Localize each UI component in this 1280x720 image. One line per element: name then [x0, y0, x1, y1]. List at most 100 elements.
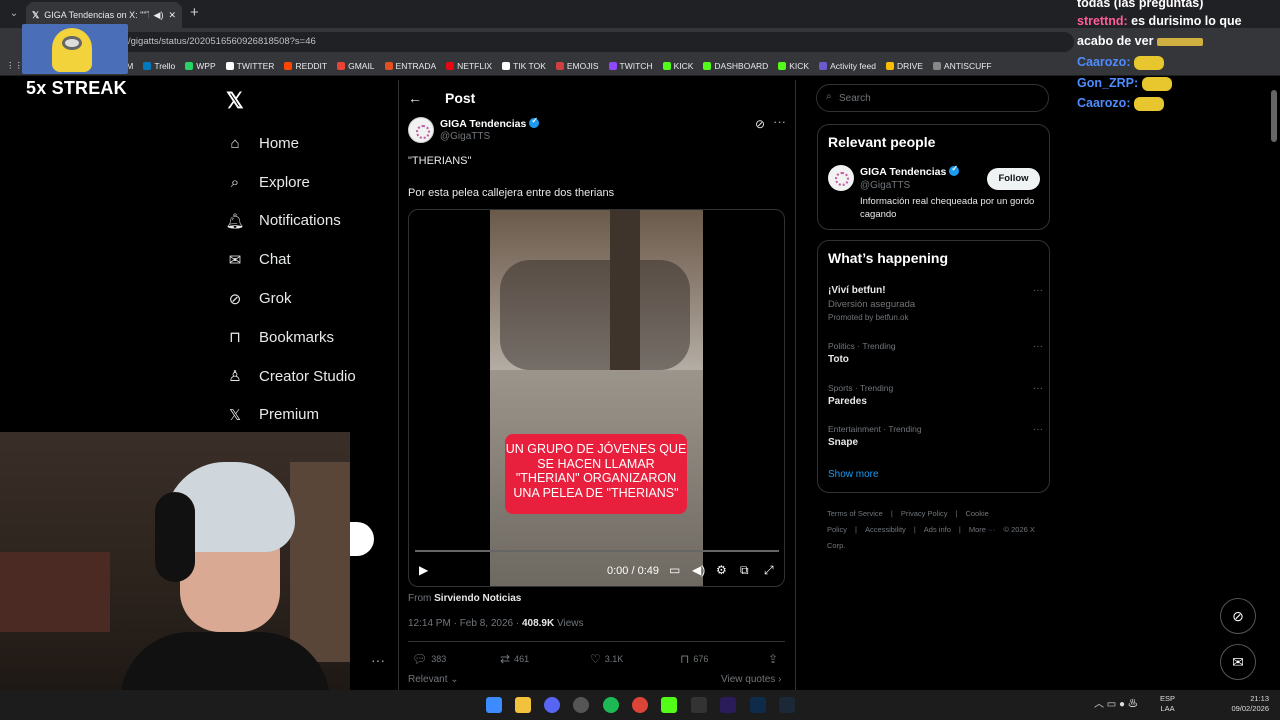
relevant-handle[interactable]: @GigaTTS: [860, 180, 910, 191]
new-tab-button[interactable]: +: [190, 5, 199, 21]
photoshop-icon[interactable]: [750, 697, 766, 713]
trend-more-icon[interactable]: ···: [1033, 341, 1043, 352]
card-title: What’s happening: [828, 250, 949, 266]
bookmark-item[interactable]: EMOJIS: [555, 61, 599, 71]
steam-icon[interactable]: [779, 697, 795, 713]
discord-icon[interactable]: [544, 697, 560, 713]
show-more-link[interactable]: Show more: [828, 469, 879, 480]
footer-link[interactable]: More ···: [969, 525, 996, 534]
bookmark-item[interactable]: Activity feed: [819, 61, 876, 71]
like-button[interactable]: ♡ 3.1K: [590, 652, 623, 666]
nav-item-grok[interactable]: ⊘ Grok: [226, 279, 356, 318]
nav-item-creator-studio[interactable]: ♙ Creator Studio: [226, 357, 355, 396]
footer-link[interactable]: Privacy Policy: [901, 509, 948, 518]
bookmark-item[interactable]: TIK TOK: [502, 61, 546, 71]
spotify-icon[interactable]: [603, 697, 619, 713]
footer-link[interactable]: Ads info: [924, 525, 951, 534]
trend-more-icon[interactable]: ···: [1033, 424, 1043, 435]
bookmark-item[interactable]: GMAIL: [337, 61, 375, 71]
bookmark-item[interactable]: ENTRADA: [384, 61, 436, 71]
bookmark-item[interactable]: NETFLIX: [446, 61, 492, 71]
nav-item-home[interactable]: ⌂ Home: [226, 124, 356, 163]
search-input[interactable]: ⌕ Search: [816, 84, 1049, 112]
trend-item[interactable]: Entertainment · Trending Snape ···: [828, 424, 1043, 448]
relevant-name[interactable]: GIGA Tendencias: [860, 164, 960, 178]
bookmark-item[interactable]: TWITCH: [608, 61, 653, 71]
video-progress-bar[interactable]: [415, 550, 779, 552]
account-switcher[interactable]: [350, 522, 374, 556]
mail-icon: ✉: [228, 251, 242, 269]
bookmark-item[interactable]: KICK: [778, 61, 809, 71]
scrollbar[interactable]: [1271, 90, 1277, 142]
capcut-icon[interactable]: [691, 697, 707, 713]
source-link[interactable]: Sirviendo Noticias: [434, 593, 521, 604]
back-arrow-icon[interactable]: ←: [408, 90, 422, 106]
grok-icon[interactable]: ⊘: [755, 117, 765, 131]
follow-button[interactable]: Follow: [987, 168, 1040, 190]
nav-item-explore[interactable]: ⌕ Explore: [226, 163, 356, 202]
share-button[interactable]: ⇪: [768, 652, 778, 666]
author-handle[interactable]: @GigaTTS: [440, 131, 490, 142]
nav-item-premium[interactable]: 𝕏 Premium: [226, 396, 356, 435]
bookmark-button[interactable]: ⊓ 676: [680, 652, 708, 666]
chrome-icon[interactable]: [632, 697, 648, 713]
repost-button[interactable]: ⇄ 461: [500, 652, 529, 666]
trend-more-icon[interactable]: ···: [1033, 383, 1043, 394]
trend-item[interactable]: ¡Viví betfun! Diversión asegurada Promoted…: [828, 285, 1043, 322]
language-indicator[interactable]: ESP LAA: [1160, 694, 1175, 714]
trend-item[interactable]: Sports · Trending Paredes ···: [828, 383, 1043, 407]
avatar[interactable]: [828, 165, 854, 191]
bookmark-item[interactable]: TWITTER: [225, 61, 274, 71]
footer-link[interactable]: Accessibility: [865, 525, 906, 534]
grok-float-button[interactable]: ⊘: [1220, 598, 1256, 634]
video-controls: ▶ 0:00 / 0:49 ▭ ◀) ⚙ ⧉ ⤢: [409, 558, 784, 584]
nav-item-chat[interactable]: ✉ Chat: [226, 240, 356, 279]
author-name[interactable]: GIGA Tendencias: [440, 116, 540, 130]
premiere-icon[interactable]: [720, 697, 736, 713]
nav-item-bookmarks[interactable]: ⊓ Bookmarks: [226, 318, 356, 357]
home-icon: ⌂: [230, 134, 240, 152]
bookmark-item[interactable]: KICK: [662, 61, 693, 71]
view-quotes-link[interactable]: View quotes ›: [721, 674, 781, 685]
close-tab-icon[interactable]: ✕: [168, 10, 176, 21]
x-icon: 𝕏: [228, 406, 242, 424]
file-explorer-icon[interactable]: [515, 697, 531, 713]
bookmark-item[interactable]: DRIVE: [885, 61, 923, 71]
volume-icon[interactable]: ◀): [692, 563, 705, 577]
bookmark-item[interactable]: ANTISCUFF: [932, 61, 992, 71]
account-more-icon[interactable]: ···: [371, 652, 385, 668]
audio-icon[interactable]: ◀): [154, 10, 164, 21]
captions-icon[interactable]: ▭: [669, 563, 680, 577]
footer-link[interactable]: Terms of Service: [827, 509, 883, 518]
trend-item[interactable]: Politics · Trending Toto ···: [828, 341, 1043, 365]
creator-icon: ♙: [228, 368, 242, 386]
nav-item-notifications[interactable]: 🔔︎ Notifications: [225, 202, 356, 241]
messages-float-button[interactable]: ✉: [1220, 644, 1256, 680]
apps-grid-icon[interactable]: ⋮⋮: [6, 60, 23, 71]
more-options-icon[interactable]: ···: [773, 114, 786, 129]
clock[interactable]: 21:13 09/02/2026: [1223, 694, 1269, 714]
bookmark-item[interactable]: WPP: [185, 61, 216, 71]
author-avatar[interactable]: [408, 117, 434, 143]
chat-emote-icon: [1134, 55, 1165, 70]
tab-search-icon[interactable]: ⌄: [6, 6, 22, 22]
fullscreen-icon[interactable]: ⤢: [764, 563, 774, 578]
reply-sort-dropdown[interactable]: Relevant ⌄: [408, 674, 459, 685]
system-tray-icons[interactable]: ︿ ▭ ● ♨: [1094, 695, 1138, 710]
bookmark-item[interactable]: REDDIT: [284, 61, 327, 71]
settings-gear-icon[interactable]: ⚙: [716, 563, 727, 577]
trend-more-icon[interactable]: ···: [1033, 285, 1043, 296]
windows-start-icon[interactable]: [486, 697, 502, 713]
video-player[interactable]: UN GRUPO DE JÓVENES QUE SE HACEN LLAMAR …: [408, 209, 785, 587]
x-logo-icon[interactable]: 𝕏: [226, 88, 244, 114]
kick-icon[interactable]: [661, 697, 677, 713]
nav-label: Notifications: [259, 212, 341, 230]
reply-button[interactable]: 💬︎ 383: [412, 652, 446, 666]
url-input[interactable]: /gigatts/status/2020516560926818508?s=46: [24, 32, 1074, 52]
play-icon[interactable]: ▶: [419, 563, 428, 577]
bookmark-item[interactable]: Trello: [143, 61, 175, 71]
pip-icon[interactable]: ⧉: [740, 563, 749, 578]
obs-icon[interactable]: [573, 697, 589, 713]
bookmark-item[interactable]: DASHBOARD: [703, 61, 768, 71]
footer-separator: |: [958, 525, 961, 534]
